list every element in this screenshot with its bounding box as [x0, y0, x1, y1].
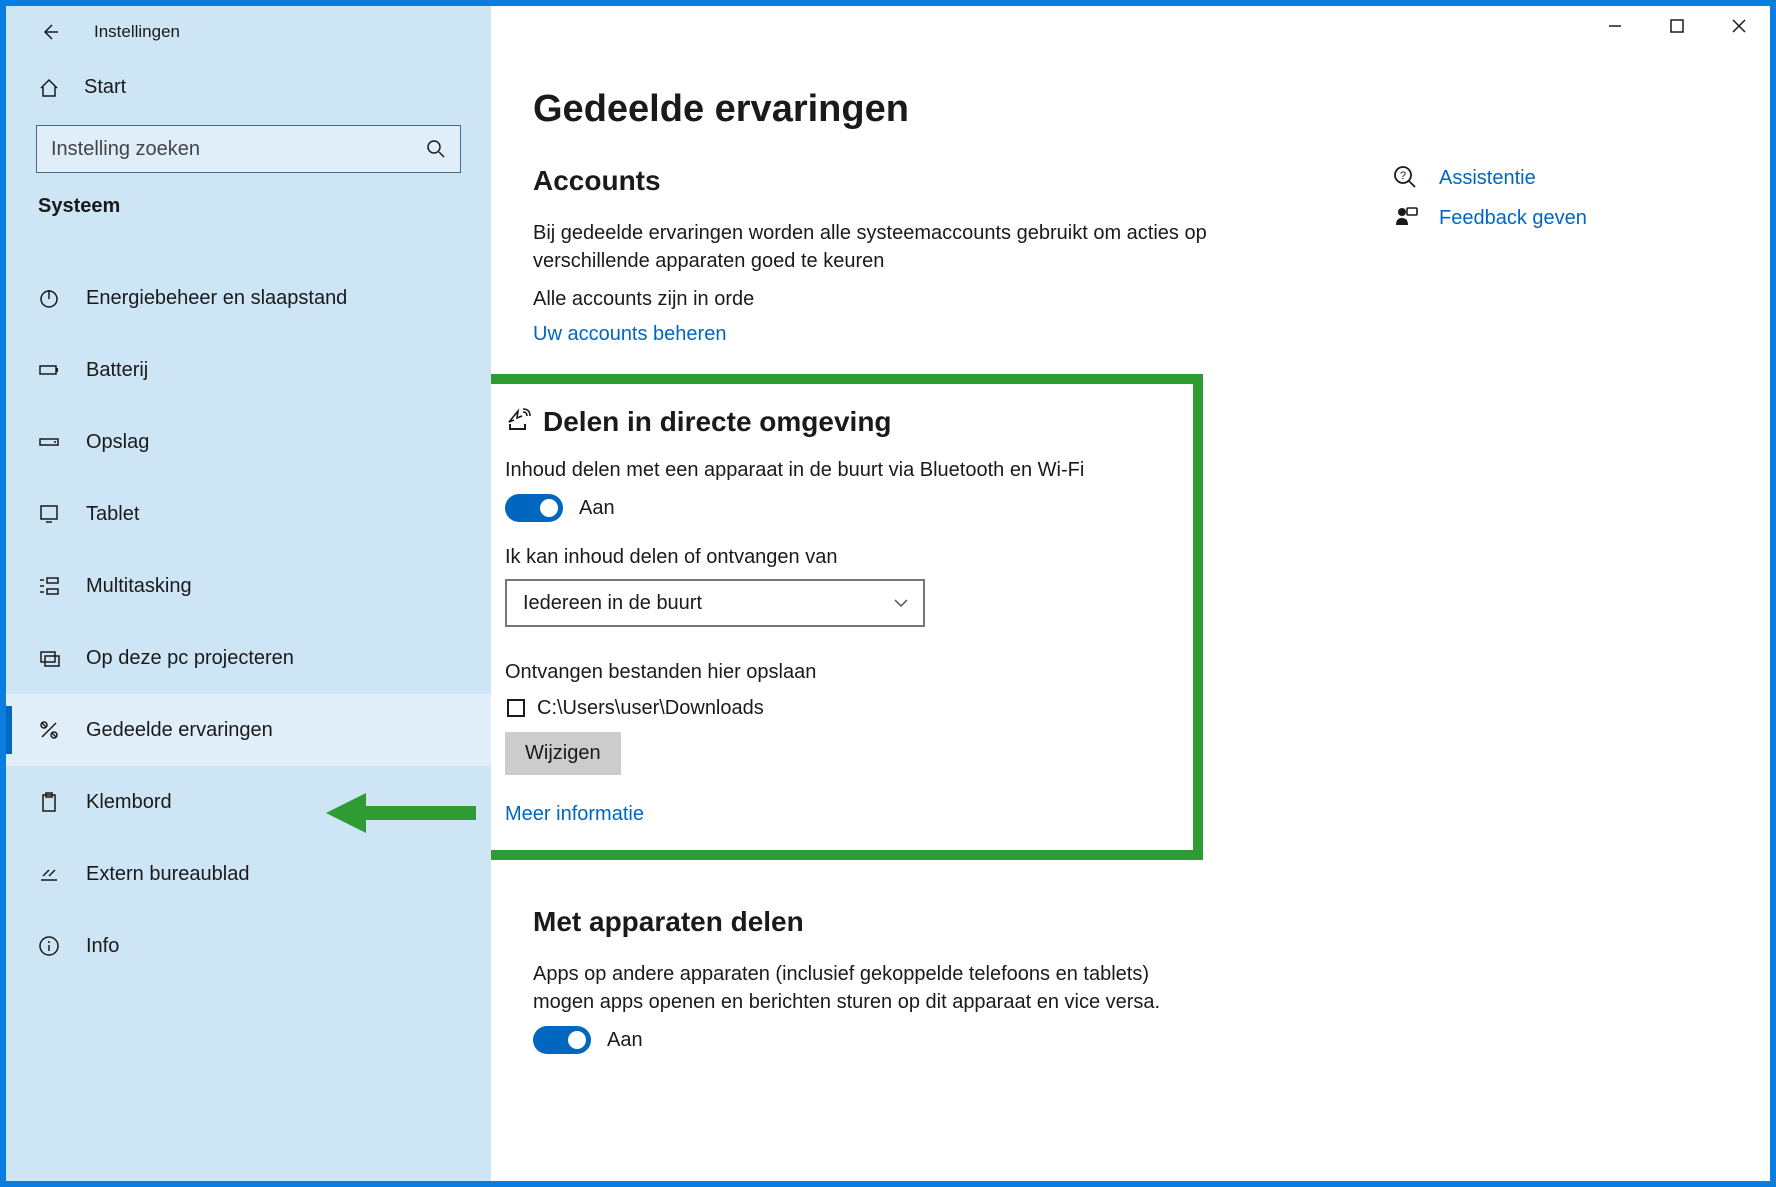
help-label: Assistentie — [1439, 167, 1536, 190]
sidebar-item-label: Extern bureaublad — [86, 863, 249, 886]
main-content: Gedeelde ervaringen Accounts Bij gedeeld… — [491, 6, 1770, 1181]
chevron-down-icon — [893, 595, 909, 611]
content-column: Accounts Bij gedeelde ervaringen worden … — [533, 165, 1213, 1078]
minimize-icon — [1608, 19, 1622, 33]
cross-device-desc: Apps op andere apparaten (inclusief geko… — [533, 960, 1213, 1016]
search-icon — [426, 139, 446, 159]
sidebar-item-tablet[interactable]: Tablet — [6, 478, 491, 550]
sidebar-item-label: Energiebeheer en slaapstand — [86, 287, 347, 310]
sidebar-item-about[interactable]: Info — [6, 910, 491, 982]
home-icon — [38, 77, 60, 99]
close-button[interactable] — [1708, 6, 1770, 46]
battery-icon — [38, 359, 60, 381]
cross-device-toggle[interactable] — [533, 1026, 591, 1054]
arrow-left-icon — [40, 22, 60, 42]
titlebar: Instellingen — [6, 6, 491, 58]
sidebar-category: Systeem — [6, 195, 491, 232]
sidebar-item-label: Opslag — [86, 431, 149, 454]
sidebar-item-shared-experiences[interactable]: Gedeelde ervaringen — [6, 694, 491, 766]
back-button[interactable] — [30, 12, 70, 52]
aside-column: ? Assistentie Feedback geven — [1393, 165, 1587, 1078]
search-box[interactable] — [36, 125, 461, 173]
maximize-button[interactable] — [1646, 6, 1708, 46]
maximize-icon — [1670, 19, 1684, 33]
sidebar-item-label: Klembord — [86, 791, 172, 814]
accounts-status: Alle accounts zijn in orde — [533, 285, 1213, 313]
feedback-link[interactable]: Feedback geven — [1393, 205, 1587, 231]
sidebar-item-remote-desktop[interactable]: Extern bureaublad — [6, 838, 491, 910]
save-path: C:\Users\user\Downloads — [537, 694, 764, 722]
share-from-label: Ik kan inhoud delen of ontvangen van — [505, 546, 1171, 569]
remote-desktop-icon — [38, 863, 60, 885]
sidebar-home[interactable]: Start — [6, 58, 491, 117]
sidebar-item-label: Multitasking — [86, 575, 192, 598]
svg-text:?: ? — [1400, 170, 1406, 182]
accounts-heading: Accounts — [533, 165, 1213, 197]
generic-icon — [38, 232, 60, 252]
nav-list: Energiebeheer en slaapstand Batterij Ops… — [6, 232, 491, 1181]
info-icon — [38, 935, 60, 957]
sidebar-item-multitasking[interactable]: Multitasking — [6, 550, 491, 622]
help-link[interactable]: ? Assistentie — [1393, 165, 1587, 191]
nearby-toggle-row: Aan — [505, 494, 1171, 522]
cross-device-heading: Met apparaten delen — [533, 906, 1213, 938]
window-controls — [1584, 6, 1770, 46]
app-title: Instellingen — [94, 22, 180, 42]
clipboard-icon — [38, 791, 60, 813]
search-input[interactable] — [51, 138, 426, 161]
sidebar-item-label: Tablet — [86, 503, 139, 526]
manage-accounts-link[interactable]: Uw accounts beheren — [533, 323, 726, 346]
change-button[interactable]: Wijzigen — [505, 732, 621, 775]
storage-icon — [38, 431, 60, 453]
dropdown-value: Iedereen in de buurt — [523, 592, 702, 615]
sidebar-item-project[interactable]: Op deze pc projecteren — [6, 622, 491, 694]
feedback-label: Feedback geven — [1439, 207, 1587, 230]
cross-device-toggle-label: Aan — [607, 1029, 643, 1052]
sidebar-home-label: Start — [84, 76, 126, 99]
settings-window: Instellingen Start Systeem Energiebeheer — [6, 6, 1770, 1181]
sidebar-item-power[interactable]: Energiebeheer en slaapstand — [6, 262, 491, 334]
help-icon: ? — [1393, 165, 1419, 191]
folder-icon — [505, 697, 527, 719]
feedback-icon — [1393, 205, 1419, 231]
nearby-desc: Inhoud delen met een apparaat in de buur… — [505, 456, 1171, 484]
sidebar-item-storage[interactable]: Opslag — [6, 406, 491, 478]
tablet-icon — [38, 503, 60, 525]
sidebar-item-label: Info — [86, 935, 119, 958]
sidebar-item-clipboard[interactable]: Klembord — [6, 766, 491, 838]
sidebar-item-label: Batterij — [86, 359, 148, 382]
minimize-button[interactable] — [1584, 6, 1646, 46]
nearby-heading-row: Delen in directe omgeving — [505, 406, 1171, 438]
share-icon — [505, 406, 533, 434]
nearby-sharing-annotation-box: Delen in directe omgeving Inhoud delen m… — [491, 374, 1203, 860]
accounts-desc: Bij gedeelde ervaringen worden alle syst… — [533, 219, 1213, 275]
save-path-row: C:\Users\user\Downloads — [505, 694, 1171, 722]
nearby-toggle-label: Aan — [579, 497, 615, 520]
sidebar-item-battery[interactable]: Batterij — [6, 334, 491, 406]
project-icon — [38, 647, 60, 669]
cross-device-toggle-row: Aan — [533, 1026, 1213, 1054]
sidebar-item-label: Op deze pc projecteren — [86, 647, 294, 670]
close-icon — [1732, 19, 1746, 33]
more-info-link[interactable]: Meer informatie — [505, 803, 644, 826]
power-icon — [38, 287, 60, 309]
shared-icon — [38, 719, 60, 741]
save-to-label: Ontvangen bestanden hier opslaan — [505, 661, 1171, 684]
sidebar-item-label: Gedeelde ervaringen — [86, 719, 273, 742]
nearby-toggle[interactable] — [505, 494, 563, 522]
sidebar: Instellingen Start Systeem Energiebeheer — [6, 6, 491, 1181]
nearby-heading: Delen in directe omgeving — [543, 406, 892, 438]
content-row: Accounts Bij gedeelde ervaringen worden … — [533, 165, 1770, 1078]
multitasking-icon — [38, 575, 60, 597]
sidebar-item-truncated[interactable] — [6, 232, 491, 262]
share-from-dropdown[interactable]: Iedereen in de buurt — [505, 579, 925, 627]
